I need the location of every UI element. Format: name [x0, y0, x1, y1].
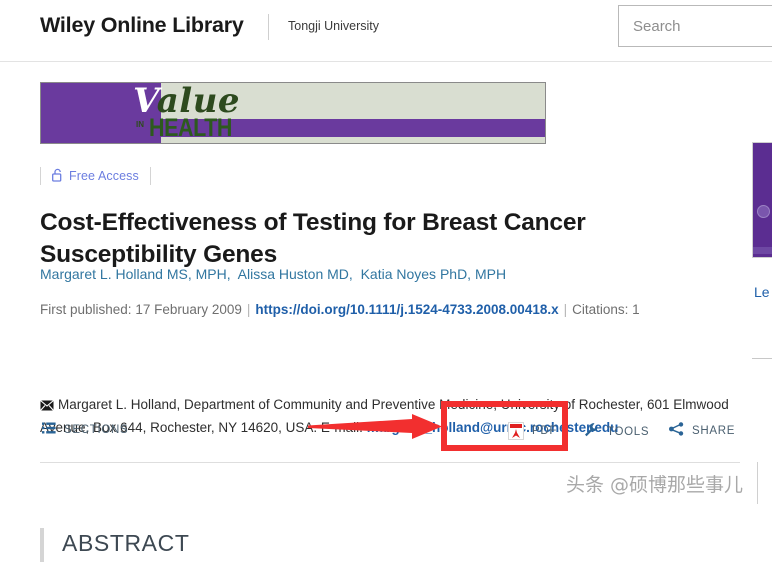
- author-list: Margaret L. Holland MS, MPH, Alissa Hust…: [40, 266, 507, 282]
- abstract-heading: ABSTRACT: [62, 530, 190, 556]
- share-icon: [669, 422, 684, 439]
- cover-seal-icon: [757, 205, 770, 218]
- tools-button[interactable]: TOOLS: [583, 422, 649, 441]
- access-row: Free Access: [40, 165, 151, 187]
- search-box[interactable]: [618, 5, 772, 47]
- watermark-divider: [757, 462, 758, 504]
- journal-logo-in: IN: [136, 120, 144, 129]
- cover-footer-bar: [753, 247, 772, 254]
- institution-affiliation: Tongji University: [288, 19, 380, 33]
- meta-separator-1: |: [246, 302, 251, 317]
- journal-banner[interactable]: Value IN HEALTH: [40, 82, 546, 144]
- article-content: Value IN HEALTH Free Access Cost-Effecti…: [0, 62, 772, 562]
- sections-button[interactable]: SECTIONS: [42, 422, 128, 437]
- pdf-label: PDF: [532, 425, 558, 437]
- watermark: 头条 @硕博那些事儿: [566, 474, 744, 496]
- open-lock-icon: [52, 168, 63, 185]
- sidebar-divider: [752, 358, 772, 359]
- author-link-3[interactable]: Katia Noyes PhD, MPH: [361, 266, 507, 282]
- site-header: Wiley Online Library Tongji University: [0, 0, 772, 62]
- free-access-badge[interactable]: Free Access: [41, 168, 150, 185]
- abstract-accent-bar: [40, 528, 44, 562]
- citations-count: Citations: 1: [572, 302, 640, 317]
- article-action-toolbar: SECTIONS PDF TOOLS SHARE: [40, 410, 740, 463]
- share-button[interactable]: SHARE: [669, 422, 735, 439]
- share-label: SHARE: [692, 424, 736, 437]
- first-published-label: First published:: [40, 302, 132, 317]
- journal-cover-thumbnail[interactable]: [752, 142, 772, 258]
- article-title: Cost-Effectiveness of Testing for Breast…: [40, 209, 586, 269]
- search-input[interactable]: [619, 6, 772, 46]
- doi-link[interactable]: https://doi.org/10.1111/j.1524-4733.2008…: [255, 302, 558, 317]
- tools-label: TOOLS: [607, 425, 650, 438]
- publication-meta: First published: 17 February 2009 | https:…: [40, 302, 772, 317]
- journal-logo-health: HEALTH: [149, 114, 233, 142]
- brand-title[interactable]: Wiley Online Library: [40, 13, 244, 38]
- access-divider-right: [149, 167, 151, 185]
- first-published-date: 17 February 2009: [135, 302, 242, 317]
- sections-label: SECTIONS: [64, 423, 129, 436]
- pdf-button[interactable]: PDF: [508, 422, 557, 440]
- author-link-1[interactable]: Margaret L. Holland MS, MPH: [40, 266, 227, 282]
- pdf-icon: [508, 422, 524, 440]
- list-icon: [42, 422, 56, 437]
- wrench-icon: [583, 422, 599, 441]
- brand-divider: [268, 14, 269, 40]
- sidebar-link[interactable]: Le: [754, 284, 772, 300]
- meta-separator-2: |: [563, 302, 568, 317]
- free-access-label: Free Access: [69, 169, 139, 183]
- banner-purple-bar: [41, 119, 545, 137]
- author-link-2[interactable]: Alissa Huston MD: [238, 266, 349, 282]
